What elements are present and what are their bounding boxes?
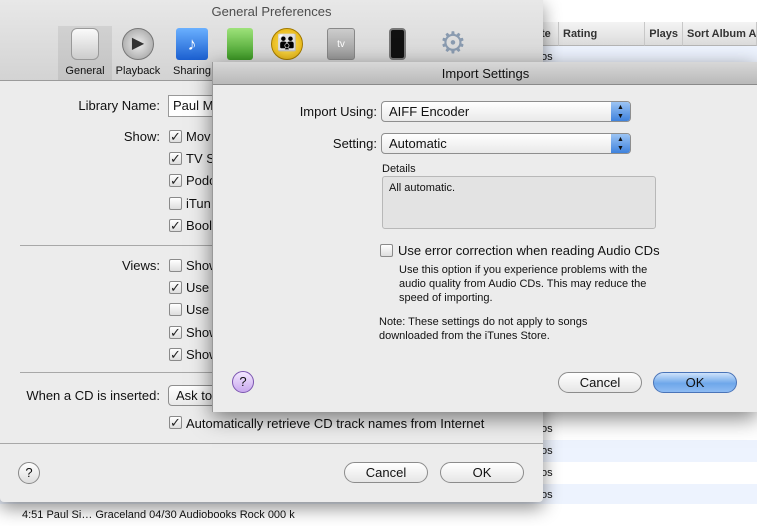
views-label: Use <box>186 302 210 318</box>
description-line: Use this option if you experience proble… <box>399 264 648 276</box>
iphone-icon <box>388 28 406 60</box>
tab-label: General <box>65 65 105 77</box>
divider <box>0 443 543 444</box>
column-header-plays[interactable]: Plays <box>645 22 683 46</box>
show-checkbox[interactable] <box>169 196 182 210</box>
import-using-popup[interactable]: AIFF Encoder ▲ ▼ <box>381 101 631 122</box>
tab-sharing[interactable]: ♪ Sharing <box>165 26 219 80</box>
track-row-partial: 4:51 Paul Si… Graceland 04/30 Audiobooks… <box>22 509 295 521</box>
tab-general[interactable]: General <box>58 26 112 80</box>
apple-tv-icon: tv <box>327 28 355 60</box>
show-label: TV S <box>186 151 215 167</box>
auto-retrieve-checkbox[interactable]: ✓ <box>169 416 182 429</box>
setting-value: Automatic <box>389 136 447 151</box>
sheet-title: Import Settings <box>213 62 757 85</box>
ok-button[interactable]: OK <box>653 372 737 393</box>
show-checkbox[interactable]: ✓ <box>169 174 182 188</box>
show-label: Show: <box>123 129 160 144</box>
show-label: Mov <box>186 129 211 144</box>
setting-label: Setting: <box>332 136 377 151</box>
updown-arrows-icon: ▲ ▼ <box>611 134 630 153</box>
parental-icon: 👪 <box>271 28 303 60</box>
note-line: Note: These settings do not apply to son… <box>379 316 588 328</box>
column-header-rating[interactable]: Rating <box>559 22 645 46</box>
show-checkbox[interactable]: ✓ <box>169 152 182 166</box>
views-label: Use <box>186 280 210 296</box>
gear-icon: ⚙ <box>439 27 467 60</box>
cancel-button[interactable]: Cancel <box>344 462 428 483</box>
note-line: downloaded from the iTunes Store. <box>379 330 550 342</box>
views-checkbox[interactable] <box>169 259 182 272</box>
cancel-button[interactable]: Cancel <box>558 372 642 393</box>
store-bag-icon <box>227 28 253 60</box>
column-header-sort-album[interactable]: Sort Album A <box>683 22 757 46</box>
playback-icon: ▶ <box>122 28 154 60</box>
import-using-label: Import Using: <box>299 104 377 119</box>
help-button[interactable]: ? <box>18 462 40 484</box>
error-correction-checkbox[interactable] <box>380 244 393 257</box>
views-checkbox[interactable]: ✓ <box>169 347 182 361</box>
tab-playback[interactable]: ▶ Playback <box>111 26 165 80</box>
views-checkbox[interactable]: ✓ <box>169 281 182 295</box>
help-button[interactable]: ? <box>232 371 254 393</box>
updown-arrows-icon: ▲ ▼ <box>611 102 630 121</box>
views-label: Views: <box>121 258 160 273</box>
tab-label: Playback <box>115 65 161 77</box>
show-label: iTun <box>186 195 211 211</box>
library-name-label: Library Name: <box>78 98 160 113</box>
cd-inserted-label: When a CD is inserted: <box>26 388 160 403</box>
import-using-value: AIFF Encoder <box>389 104 470 119</box>
show-label: Bool <box>186 217 213 233</box>
setting-popup[interactable]: Automatic ▲ ▼ <box>381 133 631 154</box>
description-line: audio quality from Audio CDs. This may r… <box>399 278 647 290</box>
tab-label: Sharing <box>173 65 211 77</box>
ok-button[interactable]: OK <box>440 462 524 483</box>
details-box: All automatic. <box>382 176 656 229</box>
views-checkbox[interactable] <box>169 303 182 317</box>
auto-retrieve-label: Automatically retrieve CD track names fr… <box>186 416 485 431</box>
views-checkbox[interactable]: ✓ <box>169 325 182 339</box>
description-line: speed of importing. <box>399 292 493 304</box>
error-correction-label: Use error correction when reading Audio … <box>398 243 660 258</box>
show-checkbox[interactable]: ✓ <box>169 130 182 143</box>
import-settings-sheet: Import Settings Import Using: AIFF Encod… <box>212 62 757 412</box>
window-title: General Preferences <box>211 4 332 19</box>
details-label: Details <box>382 163 416 175</box>
general-switch-icon <box>71 28 99 60</box>
show-checkbox[interactable]: ✓ <box>169 218 182 232</box>
sharing-icon: ♪ <box>176 28 208 60</box>
